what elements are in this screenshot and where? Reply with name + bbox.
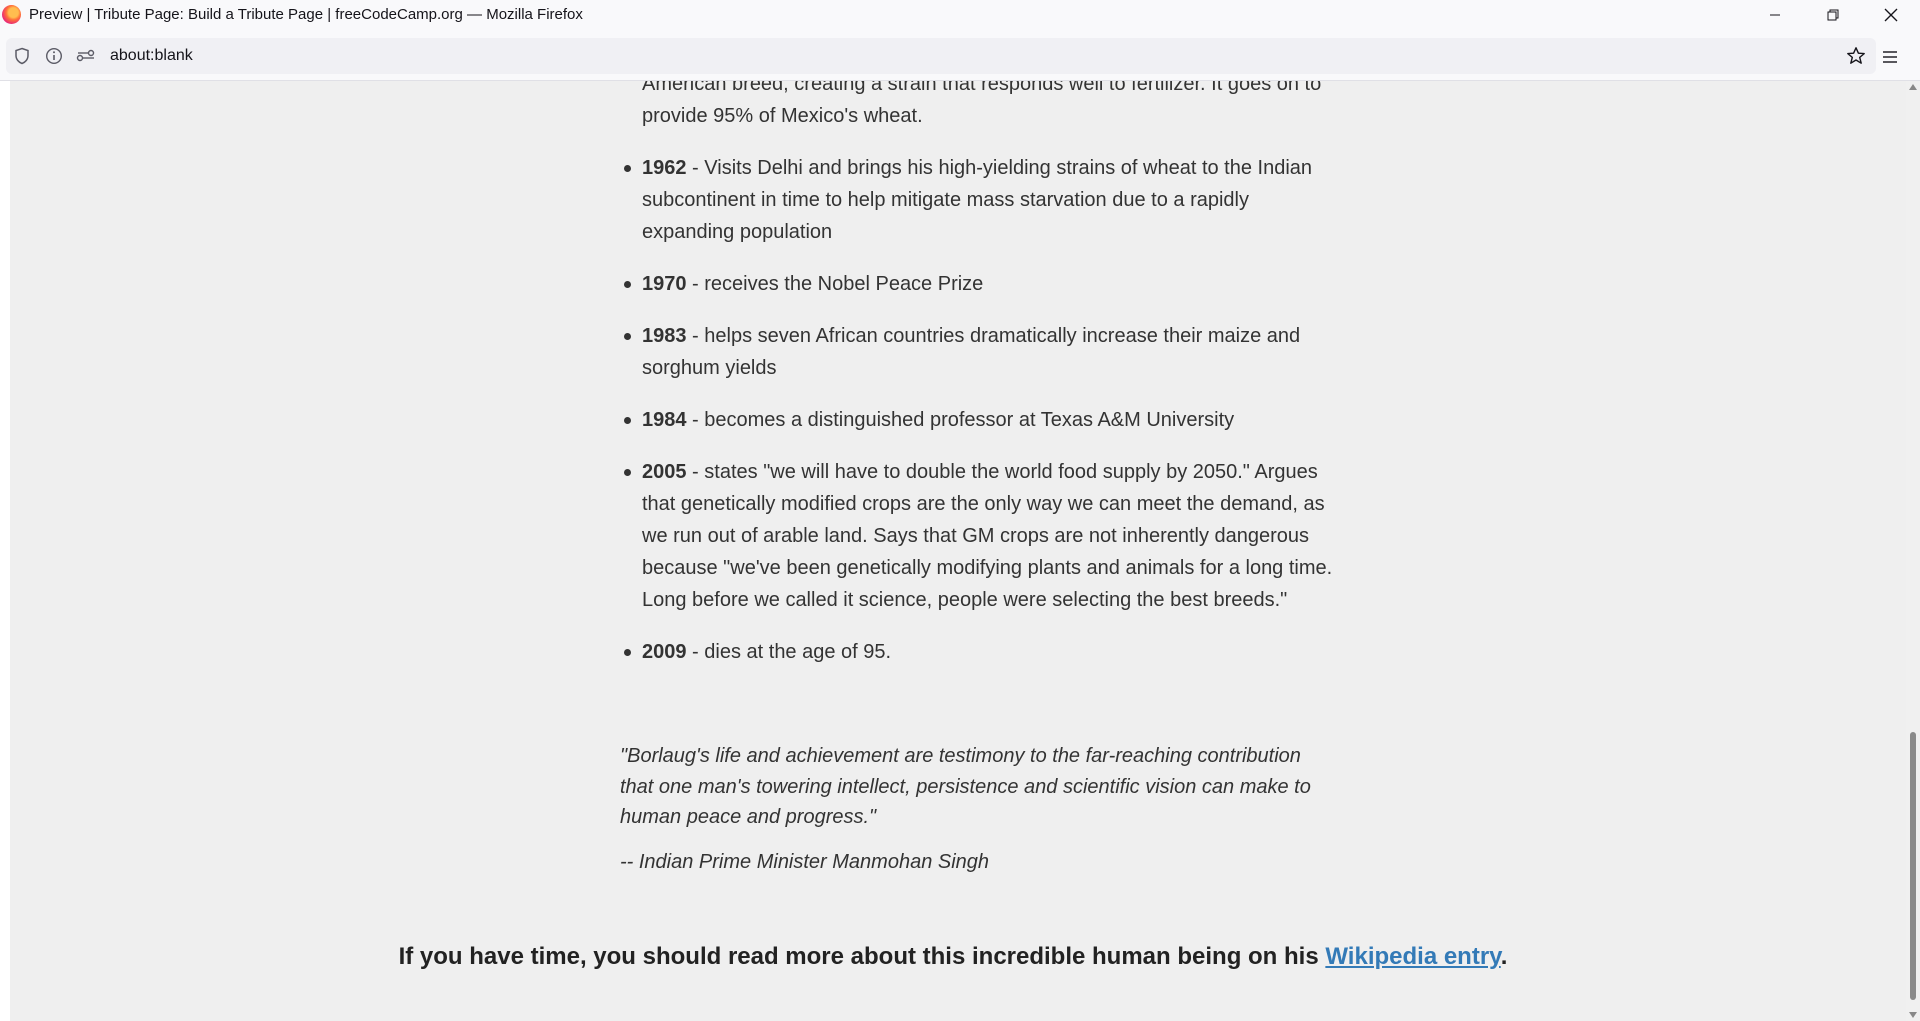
permissions-icon: [76, 49, 95, 62]
vertical-scrollbar[interactable]: [1906, 81, 1920, 1021]
quote-citation: -- Indian Prime Minister Manmohan Singh: [620, 851, 990, 873]
restore-icon: [1827, 9, 1839, 20]
close-icon: [1884, 8, 1898, 21]
site-info-button[interactable]: [38, 40, 70, 72]
timeline-year: 1983: [642, 325, 687, 347]
window-titlebar: Preview | Tribute Page: Build a Tribute …: [0, 0, 1920, 29]
timeline-year: 1970: [642, 273, 687, 295]
timeline-item-text: - helps seven African countries dramatic…: [642, 325, 1301, 379]
shield-icon: [15, 47, 29, 65]
callout-text: If you have time, you should read more a…: [398, 943, 1326, 970]
timeline-item: 2009 - dies at the age of 95.: [620, 636, 1340, 668]
timeline-item-text: - Visits Delhi and brings his high-yield…: [642, 157, 1313, 243]
timeline-item: 1983 - helps seven African countries dra…: [620, 320, 1340, 384]
wikipedia-link[interactable]: Wikipedia entry: [1325, 943, 1500, 970]
timeline-item: 1962 - Visits Delhi and brings his high-…: [620, 152, 1340, 248]
page-left-edge: [0, 81, 10, 1021]
scroll-down-arrow-icon[interactable]: [1909, 1012, 1917, 1018]
timeline-item-text: - receives the Nobel Peace Prize: [686, 273, 984, 295]
info-icon: [45, 47, 63, 65]
timeline-item-text: - states "we will have to double the wor…: [642, 461, 1333, 611]
timeline-item: 1970 - receives the Nobel Peace Prize: [620, 268, 1340, 300]
close-window-button[interactable]: [1862, 0, 1920, 29]
callout-period: .: [1500, 943, 1508, 970]
minimize-icon: [1770, 14, 1780, 15]
url-input[interactable]: about:blank: [110, 47, 193, 65]
star-icon: [1847, 47, 1865, 64]
app-menu-button[interactable]: [1874, 41, 1906, 73]
scroll-up-arrow-icon[interactable]: [1909, 84, 1917, 90]
url-bar[interactable]: about:blank: [6, 38, 1876, 74]
restore-button[interactable]: [1804, 0, 1862, 29]
tribute-quote: "Borlaug's life and achievement are test…: [620, 745, 1311, 828]
timeline-year: 2005: [642, 461, 687, 483]
timeline-list: American breed, creating a strain that r…: [620, 81, 1340, 668]
window-title: Preview | Tribute Page: Build a Tribute …: [29, 6, 583, 23]
timeline-year: 1984: [642, 409, 687, 431]
wikipedia-callout: If you have time, you should read more a…: [0, 943, 1906, 971]
window-controls: [1746, 0, 1920, 29]
tracking-protection-button[interactable]: [6, 40, 38, 72]
permissions-button[interactable]: [70, 40, 102, 72]
tribute-content: American breed, creating a strain that r…: [620, 81, 1340, 873]
bookmark-button[interactable]: [1840, 40, 1872, 72]
scrollbar-thumb[interactable]: [1910, 732, 1916, 1000]
minimize-button[interactable]: [1746, 0, 1804, 29]
firefox-logo-icon: [2, 5, 21, 24]
page-viewport: American breed, creating a strain that r…: [0, 81, 1906, 1021]
timeline-item-text: - dies at the age of 95.: [686, 641, 892, 663]
timeline-item: 2005 - states "we will have to double th…: [620, 456, 1340, 616]
timeline-year: 2009: [642, 641, 687, 663]
hamburger-menu-icon: [1883, 51, 1897, 63]
timeline-item-text: American breed, creating a strain that r…: [642, 81, 1322, 127]
timeline-item-text: - becomes a distinguished professor at T…: [686, 409, 1235, 431]
timeline-item-partial: American breed, creating a strain that r…: [620, 81, 1340, 132]
timeline-item: 1984 - becomes a distinguished professor…: [620, 404, 1340, 436]
timeline-year: 1962: [642, 157, 687, 179]
